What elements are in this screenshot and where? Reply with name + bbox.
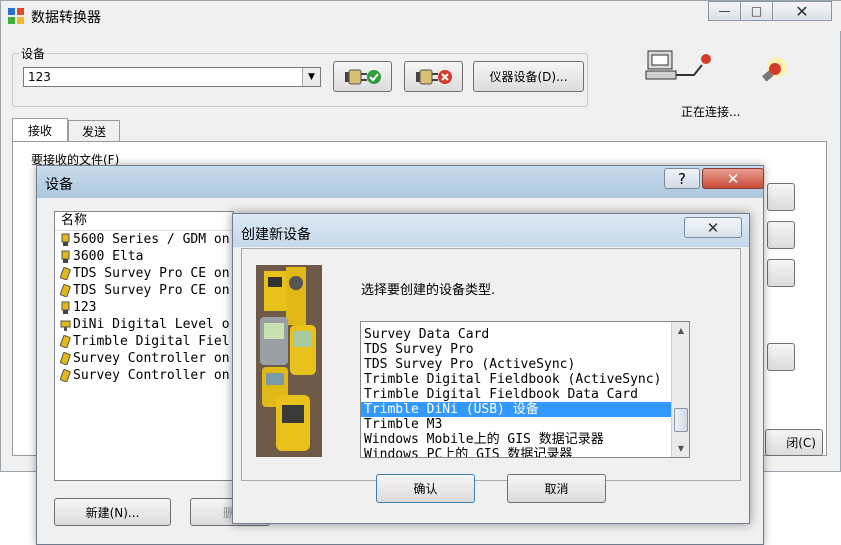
pc-connection-icon bbox=[645, 50, 711, 80]
handheld-icon bbox=[59, 267, 71, 281]
tab-receive-label: 接收 bbox=[27, 124, 52, 138]
device-type-item[interactable]: Trimble DiNi (USB) 设备 bbox=[361, 402, 671, 417]
device-list-header: 名称 bbox=[55, 212, 233, 231]
survey-equipment-image bbox=[256, 265, 322, 457]
devices-dialog-title: 设备 bbox=[45, 177, 73, 193]
survey-instrument-icon bbox=[60, 250, 71, 263]
tab-receive[interactable]: 接收 bbox=[12, 118, 68, 142]
handheld-icon bbox=[59, 369, 71, 383]
survey-instrument-icon bbox=[60, 301, 71, 314]
close-icon: ✕ bbox=[726, 169, 740, 188]
device-type-item[interactable]: TDS Survey Pro (ActiveSync) bbox=[361, 357, 671, 372]
device-list-item-label: 5600 Series / GDM on bbox=[73, 232, 230, 247]
device-list-rows: 5600 Series / GDM on 3600 Elta TDS Survey … bbox=[55, 231, 233, 384]
device-list-item-label: 3600 Elta bbox=[73, 249, 144, 264]
side-button-3[interactable] bbox=[767, 259, 795, 287]
device-list-item[interactable]: 3600 Elta bbox=[55, 248, 233, 265]
minimize-icon: — bbox=[718, 4, 731, 18]
side-button-4[interactable] bbox=[767, 343, 795, 371]
main-close-button[interactable]: ✕ bbox=[772, 1, 832, 21]
create-dialog-title: 创建新设备 bbox=[241, 227, 311, 243]
device-type-item[interactable]: Survey Data Card bbox=[361, 327, 671, 342]
scroll-up-icon[interactable]: ▲ bbox=[672, 322, 689, 339]
device-group-label: 设备 bbox=[19, 45, 48, 62]
disconnect-button[interactable] bbox=[404, 61, 463, 92]
device-list-item[interactable]: Survey Controller on bbox=[55, 367, 233, 384]
tab-send-label: 发送 bbox=[81, 124, 106, 139]
device-select[interactable]: 123 ▼ bbox=[23, 67, 321, 87]
device-list-item[interactable]: Trimble Digital Fiel bbox=[55, 333, 233, 350]
device-list-item-label: TDS Survey Pro CE on bbox=[73, 266, 230, 281]
instrument-button[interactable]: 仪器设备(D)... bbox=[473, 61, 584, 92]
main-close-dialog-label: 闭(C) bbox=[786, 436, 816, 450]
maximize-button[interactable]: □ bbox=[740, 1, 773, 21]
connect-button[interactable] bbox=[333, 61, 392, 92]
close-icon: ✕ bbox=[795, 1, 809, 21]
lamp-icon bbox=[762, 57, 787, 82]
help-button[interactable]: ? bbox=[664, 168, 700, 189]
device-type-list[interactable]: Survey Data Card TDS Survey Pro TDS Survey… bbox=[360, 321, 690, 458]
new-device-button[interactable]: 新建(N)... bbox=[54, 498, 171, 526]
handheld-icon bbox=[59, 284, 71, 298]
devices-title-bar: 设备 ? ✕ bbox=[37, 166, 764, 198]
device-list-item-label: TDS Survey Pro CE on bbox=[73, 283, 230, 298]
device-select-value: 123 bbox=[28, 70, 51, 84]
close-icon: ✕ bbox=[706, 218, 720, 237]
device-list-item[interactable]: 123 bbox=[55, 299, 233, 316]
level-icon bbox=[60, 318, 71, 331]
create-device-dialog: 创建新设备 ✕ 选择要创建的设备类型. Survey Data Card TDS … bbox=[232, 213, 750, 524]
connect-icon bbox=[344, 69, 381, 84]
app-icon bbox=[8, 8, 24, 24]
devices-close-button[interactable]: ✕ bbox=[702, 168, 764, 189]
device-type-item[interactable]: Windows PC上的 GIS 数据记录器 bbox=[361, 447, 671, 457]
survey-instrument-icon bbox=[60, 233, 71, 246]
create-title-bar: 创建新设备 ✕ bbox=[233, 214, 749, 247]
handheld-icon bbox=[59, 335, 71, 349]
device-type-item[interactable]: TDS Survey Pro bbox=[361, 342, 671, 357]
handheld-icon bbox=[59, 352, 71, 366]
device-list-item-label: Trimble Digital Fiel bbox=[73, 334, 230, 349]
tab-send[interactable]: 发送 bbox=[68, 120, 120, 141]
side-button-1[interactable] bbox=[767, 183, 795, 211]
device-type-rows: Survey Data Card TDS Survey Pro TDS Survey… bbox=[361, 327, 671, 457]
chevron-down-icon[interactable]: ▼ bbox=[302, 68, 320, 86]
device-list-item-label: Survey Controller on bbox=[73, 368, 230, 383]
device-list-item-label: 123 bbox=[73, 300, 97, 315]
scroll-thumb[interactable] bbox=[674, 408, 688, 432]
main-close-dialog-button[interactable]: 闭(C) bbox=[765, 429, 823, 456]
device-type-item[interactable]: Trimble Digital Fieldbook Data Card bbox=[361, 387, 671, 402]
main-title-bar: 数据转换器 — □ ✕ bbox=[1, 1, 841, 31]
device-type-item[interactable]: Trimble Digital Fieldbook (ActiveSync) bbox=[361, 372, 671, 387]
minimize-button[interactable]: — bbox=[708, 1, 741, 21]
disconnect-icon bbox=[415, 69, 452, 84]
device-list-item[interactable]: DiNi Digital Level o bbox=[55, 316, 233, 333]
device-type-scrollbar[interactable]: ▲ ▼ bbox=[671, 322, 689, 457]
device-type-item[interactable]: Trimble M3 bbox=[361, 417, 671, 432]
device-list-item[interactable]: TDS Survey Pro CE on bbox=[55, 265, 233, 282]
status-text: 正在连接... bbox=[681, 105, 741, 119]
device-list-item-label: Survey Controller on bbox=[73, 351, 230, 366]
create-prompt: 选择要创建的设备类型. bbox=[361, 283, 496, 298]
device-list-item[interactable]: 5600 Series / GDM on bbox=[55, 231, 233, 248]
create-close-button[interactable]: ✕ bbox=[684, 217, 742, 238]
device-list-item[interactable]: Survey Controller on bbox=[55, 350, 233, 367]
device-list-item[interactable]: TDS Survey Pro CE on bbox=[55, 282, 233, 299]
cancel-button[interactable]: 取消 bbox=[507, 474, 606, 503]
device-list[interactable]: 名称 5600 Series / GDM on 3600 Elta TDS Surv… bbox=[54, 211, 234, 481]
side-button-2[interactable] bbox=[767, 221, 795, 249]
help-icon: ? bbox=[678, 169, 686, 188]
device-list-item-label: DiNi Digital Level o bbox=[73, 317, 230, 332]
device-type-item[interactable]: Windows Mobile上的 GIS 数据记录器 bbox=[361, 432, 671, 447]
main-window-title: 数据转换器 bbox=[31, 10, 101, 26]
maximize-icon: □ bbox=[750, 4, 763, 18]
scroll-down-icon[interactable]: ▼ bbox=[672, 440, 689, 457]
ok-button[interactable]: 确认 bbox=[376, 474, 475, 503]
